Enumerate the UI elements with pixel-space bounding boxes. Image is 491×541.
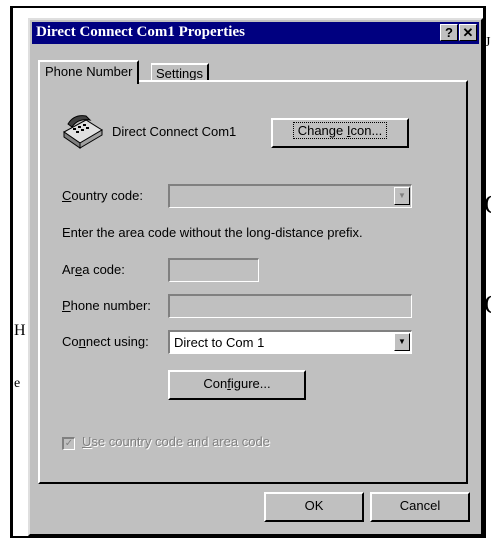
area-code-label: Area code: [62,262,125,277]
background-glyph: C [484,190,491,220]
connect-using-value: Direct to Com 1 [174,335,265,350]
phone-number-label: Phone number: [62,298,151,313]
help-button[interactable]: ? [440,24,458,41]
change-icon-button[interactable]: Change Icon... [271,118,409,148]
connect-using-label: Connect using: [62,334,149,349]
cancel-button[interactable]: Cancel [370,492,470,522]
phone-modem-icon [60,110,106,150]
tab-label: Phone Number [45,64,133,79]
phone-number-field[interactable] [168,294,412,318]
tab-label: Settings [156,66,203,81]
background-glyph: e [14,376,21,391]
use-country-code-label: Use country code and area code [82,434,270,449]
background-window-edge-left [10,6,13,536]
properties-dialog: Direct Connect Com1 Properties ? ✕ Phone… [28,18,483,536]
tab-panel: Direct Connect Com1 Change Icon... Count… [38,80,468,484]
country-code-dropdown[interactable]: ▼ [168,184,412,208]
close-button[interactable]: ✕ [459,24,477,41]
area-code-instructions: Enter the area code without the long-dis… [62,225,363,240]
background-glyph: J [485,35,491,50]
title-bar[interactable]: Direct Connect Com1 Properties ? ✕ [32,22,479,44]
use-country-code-checkbox[interactable]: ✓ [62,437,75,450]
background-glyph: H [14,322,26,339]
change-icon-label-post: con... [350,123,383,138]
tab-phone-number[interactable]: Phone Number [38,60,140,84]
chevron-down-icon[interactable]: ▼ [394,187,410,205]
configure-button[interactable]: Configure... [168,370,306,400]
focus-rect: Change Icon... [292,122,388,139]
connect-using-dropdown[interactable]: Direct to Com 1 ▼ [168,330,412,354]
country-code-label: Country code: [62,188,143,203]
chevron-down-icon[interactable]: ▼ [394,333,410,351]
background-window-edge-right [483,6,486,536]
background-glyph: C [484,290,491,320]
ok-button[interactable]: OK [264,492,364,522]
area-code-field[interactable] [168,258,259,282]
connection-name: Direct Connect Com1 [112,124,237,139]
background-window-bottom [10,536,486,538]
dialog-title: Direct Connect Com1 Properties [36,24,245,40]
background-window-top [10,6,486,8]
change-icon-label-pre: Change [297,123,347,138]
